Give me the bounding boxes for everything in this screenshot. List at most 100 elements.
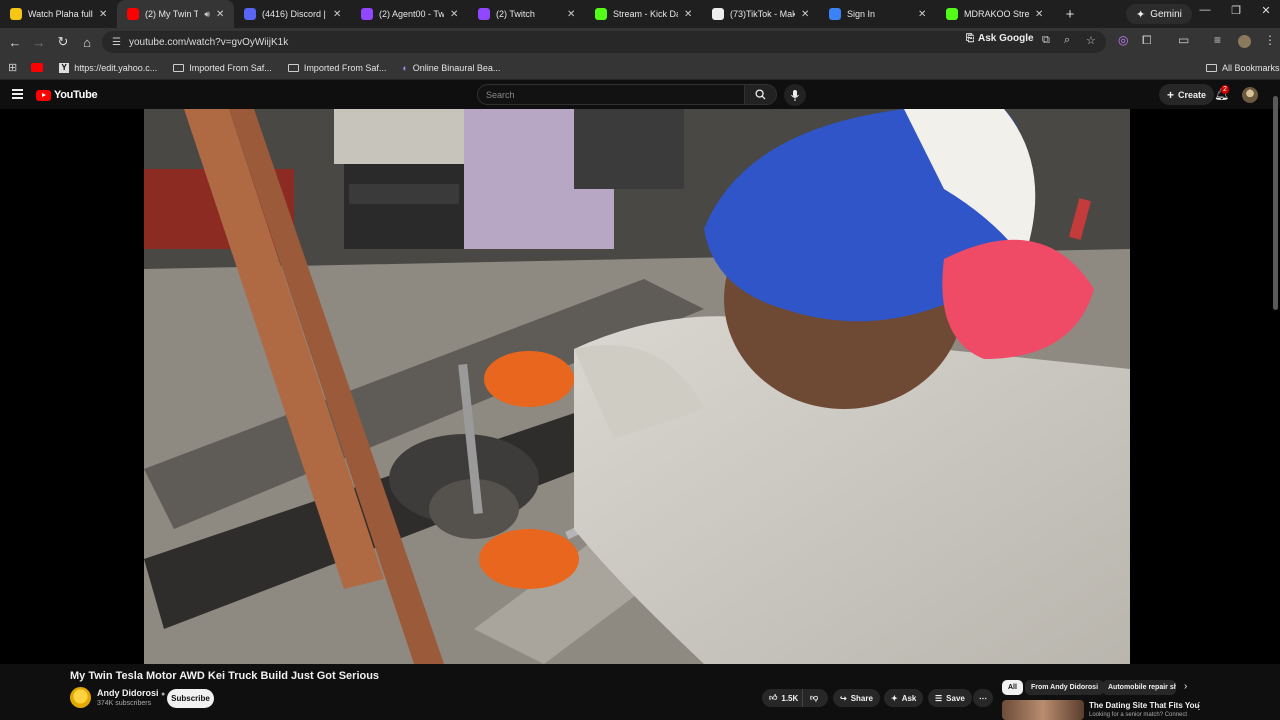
close-tab-icon[interactable]: ✕	[99, 9, 109, 20]
close-tab-icon[interactable]: ✕	[1035, 9, 1045, 20]
plaha-icon	[10, 8, 22, 20]
browser-tab[interactable]: (2) My Twin Tesla 🔊︎ ✕	[117, 0, 234, 28]
browser-tab[interactable]: (73)TikTok - Make Y ✕	[702, 0, 819, 28]
ask-button[interactable]: ✦ Ask	[884, 689, 924, 707]
browser-tab[interactable]: (2) Agent00 - Twitch ✕	[351, 0, 468, 28]
profile-avatar[interactable]	[1238, 35, 1251, 48]
voice-search-button[interactable]	[784, 84, 806, 106]
zoom-icon[interactable]: ⌕	[1064, 34, 1070, 47]
tab-label: MDRAKOO Stream	[964, 9, 1029, 19]
bookmark-folder-2[interactable]: Imported From Saf...	[287, 63, 386, 73]
restore-icon[interactable]: ❐	[1226, 4, 1246, 17]
tab-label: Sign In	[847, 9, 876, 19]
web-icon: ◐	[402, 62, 408, 73]
chip-automobile-repair[interactable]: Automobile repair sh	[1102, 680, 1176, 695]
audio-playing-icon[interactable]: 🔊︎	[204, 9, 210, 20]
save-playlist-icon: ☰	[935, 693, 943, 703]
close-tab-icon[interactable]: ✕	[216, 9, 226, 20]
like-button[interactable]: 👍︎ 1.5K	[762, 689, 802, 707]
close-tab-icon[interactable]: ✕	[684, 9, 694, 20]
yahoo-icon: Y	[59, 62, 70, 73]
chip-from-channel[interactable]: From Andy Didorosi	[1025, 680, 1105, 695]
chevron-right-icon[interactable]: ›	[1184, 681, 1187, 692]
reload-icon[interactable]: ↻	[51, 34, 75, 50]
new-tab-button[interactable]: +	[1059, 3, 1081, 25]
close-window-icon[interactable]: ✕	[1256, 4, 1276, 17]
youtube-masthead: YouTube Search + Create 🔔︎ 2	[0, 81, 1280, 109]
home-icon[interactable]: ⌂	[75, 35, 99, 50]
plus-icon: +	[1167, 87, 1175, 102]
install-icon[interactable]: ⧉	[1042, 34, 1050, 47]
close-tab-icon[interactable]: ✕	[801, 9, 811, 20]
search-input[interactable]: Search	[477, 84, 745, 105]
share-button[interactable]: ↪ Share	[833, 689, 880, 707]
notification-badge: 2	[1221, 85, 1229, 94]
account-avatar[interactable]	[1242, 87, 1258, 103]
tab-label: Watch Plaha full HD	[28, 9, 93, 19]
all-bookmarks[interactable]: All Bookmarks	[1206, 63, 1280, 73]
forward-icon[interactable]: →	[27, 35, 51, 50]
extension-color-icon[interactable]: ◎	[1118, 33, 1128, 47]
bookmark-binaural[interactable]: ◐ Online Binaural Bea...	[402, 63, 500, 73]
browser-tab[interactable]: Stream - Kick Dashb ✕	[585, 0, 702, 28]
url-text[interactable]: youtube.com/watch?v=gvOyWiijK1k	[129, 37, 288, 48]
ad-subtitle: Looking for a senior match? Connect	[1089, 712, 1188, 718]
youtube-icon	[31, 63, 44, 72]
more-actions-button[interactable]: ⋯	[973, 689, 993, 707]
omnibox[interactable]: ☰ youtube.com/watch?v=gvOyWiijK1k	[102, 31, 1106, 53]
bookmark-folder-1[interactable]: Imported From Saf...	[173, 63, 272, 73]
ask-google-button[interactable]: ⎘ Ask Google	[966, 33, 1034, 44]
bookmark-yahoo[interactable]: Y https://edit.yahoo.c...	[59, 62, 157, 73]
save-button[interactable]: ☰ Save	[928, 689, 972, 707]
guide-menu-icon[interactable]	[12, 89, 23, 101]
bookmark-youtube[interactable]	[31, 63, 44, 72]
minimize-icon[interactable]: —	[1195, 4, 1215, 16]
close-tab-icon[interactable]: ✕	[918, 9, 928, 20]
extensions-icon[interactable]: ⧠	[1142, 33, 1152, 48]
channel-name[interactable]: Andy Didorosi ●	[97, 688, 165, 698]
site-info-icon[interactable]: ☰	[112, 37, 121, 48]
kick-icon	[595, 8, 607, 20]
dislike-button[interactable]: 👎︎	[802, 689, 828, 707]
browser-tab[interactable]: Sign In ✕	[819, 0, 936, 28]
apps-grid-icon[interactable]: ⊞	[8, 61, 17, 74]
browser-tab[interactable]: (2) Twitch ✕	[468, 0, 585, 28]
close-tab-icon[interactable]: ✕	[567, 9, 577, 20]
browser-tab[interactable]: Watch Plaha full HD ✕	[0, 0, 117, 28]
gemini-button[interactable]: ✦ Gemini	[1126, 4, 1192, 24]
menu-icon[interactable]: ⋮	[1264, 33, 1276, 47]
sparkle-icon: ✦	[891, 693, 898, 703]
bookmark-star-icon[interactable]: ☆	[1086, 34, 1096, 47]
browser-tab[interactable]: MDRAKOO Stream ✕	[936, 0, 1053, 28]
media-controls-icon[interactable]: ≡	[1214, 33, 1221, 47]
youtube-logo[interactable]: YouTube	[36, 89, 98, 101]
close-tab-icon[interactable]: ✕	[333, 9, 343, 20]
tab-label: Stream - Kick Dashb	[613, 9, 678, 19]
cast-icon[interactable]: ▭	[1178, 33, 1189, 47]
subscribe-button[interactable]: Subscribe	[167, 689, 214, 708]
ad-thumbnail[interactable]	[1002, 700, 1084, 720]
tab-label: (2) Twitch	[496, 9, 535, 19]
folder-icon	[287, 63, 299, 72]
folder-icon	[1206, 63, 1217, 72]
sign-in-icon	[829, 8, 841, 20]
verified-icon: ●	[161, 691, 166, 698]
tab-label: (2) My Twin Tesla	[145, 9, 199, 19]
back-icon[interactable]: ←	[3, 35, 27, 50]
create-button[interactable]: + Create	[1159, 84, 1215, 105]
page-scrollbar[interactable]	[1273, 96, 1278, 310]
lens-icon: ⎘	[966, 33, 974, 44]
close-tab-icon[interactable]: ✕	[450, 9, 460, 20]
ad-more-icon[interactable]: ⋮	[1194, 701, 1204, 712]
folder-icon	[173, 63, 185, 72]
chip-all[interactable]: All	[1002, 680, 1023, 695]
browser-tab[interactable]: (4416) Discord | # ✕	[234, 0, 351, 28]
browser-tab-strip: Watch Plaha full HD ✕ (2) My Twin Tesla 🔊︎ ✕…	[0, 0, 1280, 28]
discord-icon	[244, 8, 256, 20]
tab-label: (73)TikTok - Make Y	[730, 9, 795, 19]
ad-title[interactable]: The Dating Site That Fits You	[1089, 701, 1199, 710]
search-button[interactable]	[745, 84, 777, 105]
channel-avatar[interactable]	[70, 687, 91, 708]
video-frame[interactable]	[144, 109, 1130, 664]
thumbs-down-icon: 👎︎	[810, 693, 819, 702]
